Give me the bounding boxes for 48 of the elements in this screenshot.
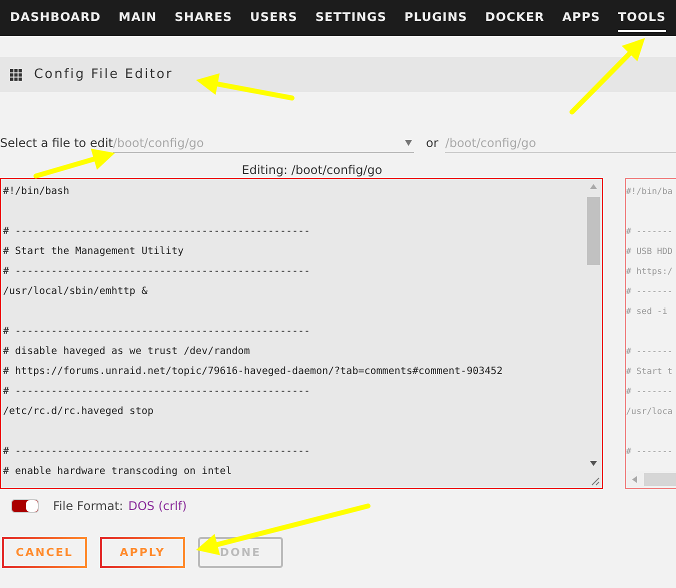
code-line: /etc/rc.d/rc.haveged stop	[3, 406, 154, 417]
code-line: # -------------------------------------------------	[3, 446, 310, 457]
code-line: # -------	[626, 347, 673, 357]
nav-tab[interactable]: PLUGINS	[404, 4, 468, 32]
code-line: # -------	[626, 287, 673, 297]
code-line: #!/bin/bash	[3, 186, 70, 197]
grid-icon	[10, 68, 22, 80]
code-editor[interactable]	[0, 178, 603, 489]
nav-tab[interactable]: USERS	[250, 4, 298, 32]
nav-tab[interactable]: SHARES	[174, 4, 232, 32]
code-line: # Start the Management Utility	[3, 246, 184, 257]
scroll-down-icon[interactable]	[590, 461, 597, 466]
editing-heading: Editing: /boot/config/go	[240, 163, 384, 177]
page-title: Config File Editor	[34, 67, 174, 82]
scroll-left-icon[interactable]	[632, 476, 637, 483]
toggle-switch[interactable]	[11, 499, 39, 513]
nav-tab[interactable]: SETTINGS	[315, 4, 387, 32]
select-label: Select a file to edit	[0, 136, 113, 150]
path-field[interactable]: /boot/config/go	[445, 134, 676, 152]
code-line: # Start t	[626, 367, 673, 377]
nav-tab[interactable]: DASHBOARD	[10, 4, 101, 32]
code-line: # enable hardware transcoding on intel	[3, 466, 232, 477]
caret-icon	[405, 140, 412, 146]
code-line: # https://forums.unraid.net/topic/79616-haveged-daemon/?tab=comments#comment-903452	[3, 366, 503, 377]
scroll-up-icon[interactable]	[590, 184, 597, 189]
format-value: DOS (crlf)	[128, 499, 187, 513]
code-line: # -------------------------------------------------	[3, 226, 310, 237]
code-line: # disable haveged as we trust /dev/random	[3, 346, 250, 357]
nav-tab[interactable]: TOOLS	[618, 4, 666, 32]
format-label: File Format:	[53, 499, 124, 513]
code-line: /usr/loca	[626, 407, 673, 417]
code-line: # -------------------------------------------------	[3, 326, 310, 337]
code-line: # -------	[626, 227, 673, 237]
code-line: # -------	[626, 447, 673, 457]
scrollbar-thumb[interactable]	[587, 197, 600, 265]
nav-tab[interactable]: DOCKER	[485, 4, 544, 32]
resize-grip-icon[interactable]	[590, 476, 600, 486]
nav-tab[interactable]: MAIN	[118, 4, 157, 32]
code-line: # sed -i	[626, 307, 668, 317]
or-label: or	[426, 136, 438, 150]
code-line: # -------------------------------------------------	[3, 266, 310, 277]
code-line: # -------	[626, 387, 673, 397]
code-line: /usr/local/sbin/emhttp &	[3, 286, 148, 297]
code-line: #!/bin/ba	[626, 187, 673, 197]
nav-tab[interactable]: APPS	[562, 4, 600, 32]
code-line: # -------------------------------------------------	[3, 386, 310, 397]
code-line: # USB HDD	[626, 247, 673, 257]
code-line: # https:/	[626, 267, 673, 277]
